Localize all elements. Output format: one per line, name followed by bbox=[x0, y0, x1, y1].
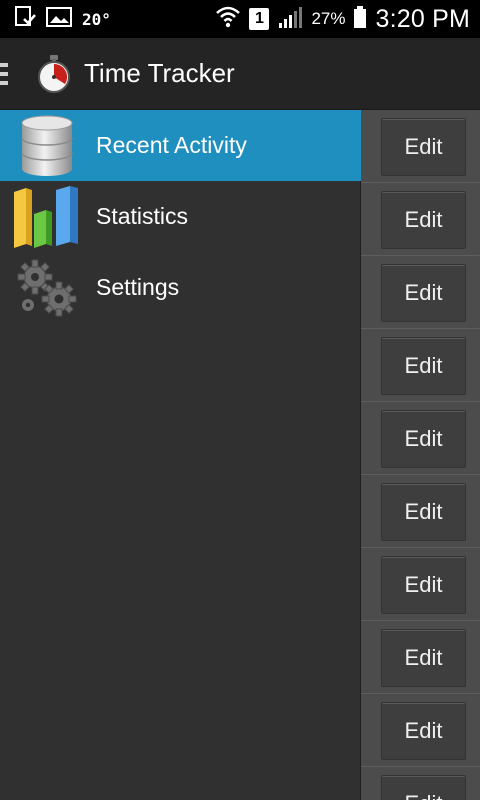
drawer-item-statistics[interactable]: Statistics bbox=[0, 181, 361, 252]
edit-button[interactable]: Edit bbox=[381, 702, 466, 760]
gears-icon bbox=[12, 255, 82, 321]
drawer-item-settings[interactable]: Settings bbox=[0, 252, 361, 323]
battery-percent: 27% bbox=[311, 9, 346, 28]
drawer-item-label: Recent Activity bbox=[96, 132, 247, 158]
sim-slot-badge: 1 bbox=[249, 8, 270, 30]
battery-icon bbox=[353, 5, 367, 34]
gallery-icon bbox=[46, 6, 72, 33]
database-icon bbox=[12, 113, 82, 179]
clock-time: 3:20 PM bbox=[375, 4, 470, 33]
drawer-item-recent-activity[interactable]: Recent Activity bbox=[0, 110, 361, 181]
navigation-drawer: Recent Activity Statistics Settings bbox=[0, 110, 361, 800]
edit-button[interactable]: Edit bbox=[381, 775, 466, 800]
wifi-icon bbox=[215, 5, 241, 34]
drawer-item-label: Settings bbox=[96, 274, 180, 300]
app-title: Time Tracker bbox=[84, 58, 235, 88]
edit-button[interactable]: Edit bbox=[381, 556, 466, 614]
stopwatch-icon[interactable] bbox=[36, 54, 72, 94]
temperature-text: 20° bbox=[82, 9, 111, 29]
signal-icon bbox=[277, 5, 303, 34]
edit-button[interactable]: Edit bbox=[381, 264, 466, 322]
drawer-toggle-icon[interactable] bbox=[0, 62, 10, 85]
edit-button[interactable]: Edit bbox=[381, 483, 466, 541]
edit-button[interactable]: Edit bbox=[381, 629, 466, 687]
edit-button[interactable]: Edit bbox=[381, 118, 466, 176]
download-complete-icon bbox=[14, 5, 36, 34]
drawer-item-label: Statistics bbox=[96, 203, 189, 229]
status-bar: 20° 1 27% 3:20 PM bbox=[0, 0, 480, 38]
action-bar: Time Tracker bbox=[0, 38, 480, 110]
edit-button[interactable]: Edit bbox=[381, 337, 466, 395]
edit-button[interactable]: Edit bbox=[381, 191, 466, 249]
bar-chart-icon bbox=[12, 184, 82, 250]
edit-button[interactable]: Edit bbox=[381, 410, 466, 468]
